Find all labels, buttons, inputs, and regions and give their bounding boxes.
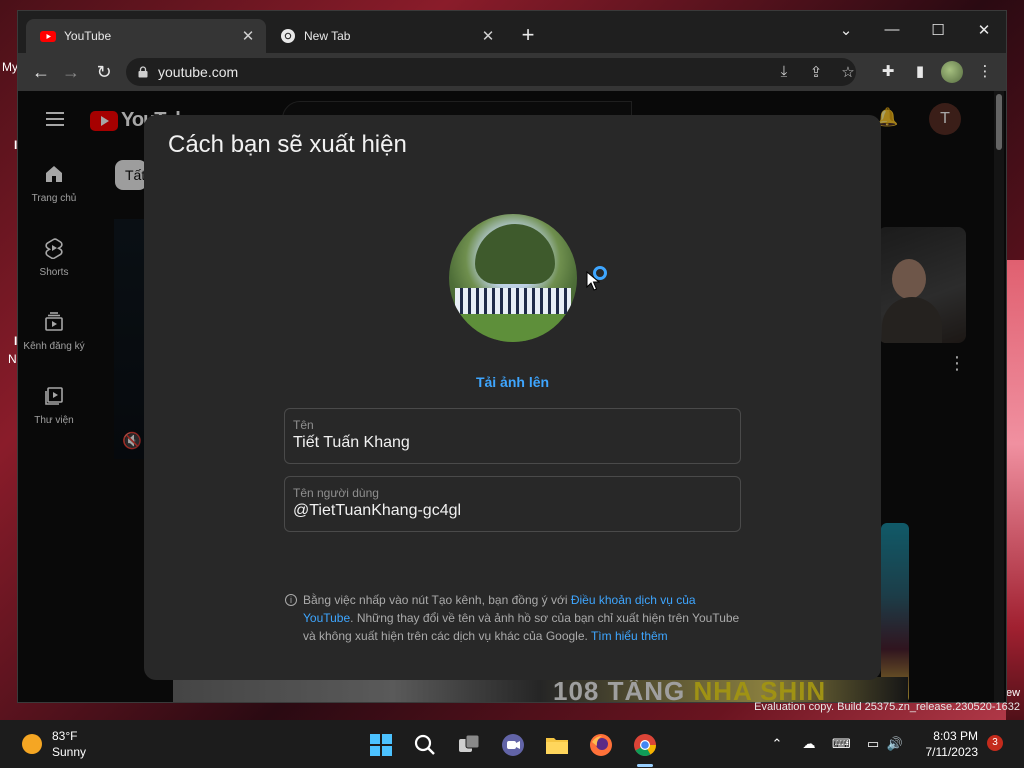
close-tab-icon[interactable]: ✕	[240, 27, 256, 45]
active-app-indicator	[637, 764, 653, 767]
browser-window: YouTube ✕ New Tab ✕ + ⌄ — ☐ ✕ ← → ↻ yout…	[17, 10, 1007, 703]
volume-icon[interactable]: 🔊	[886, 736, 904, 752]
extensions-puzzle-icon[interactable]: ✚	[878, 62, 898, 80]
install-app-icon[interactable]: ⤓	[774, 63, 794, 80]
photo-tree	[475, 224, 555, 284]
chrome-icon[interactable]	[632, 732, 658, 758]
show-hidden-icons-icon[interactable]: ⌃	[768, 736, 786, 752]
maximize-icon[interactable]: ☐	[928, 21, 948, 39]
name-field[interactable]: Tên	[284, 408, 741, 464]
network-icon[interactable]: ▭	[864, 736, 882, 752]
terms-notice: i Bằng việc nhấp vào nút Tạo kênh, bạn đ…	[285, 591, 745, 645]
back-arrow-icon[interactable]: ←	[30, 61, 52, 83]
close-tab-icon[interactable]: ✕	[480, 27, 496, 45]
share-icon[interactable]: ⇪	[806, 63, 826, 81]
keyboard-icon[interactable]: ⌨	[832, 736, 851, 752]
system-clock[interactable]: 8:03 PM 7/11/2023	[916, 728, 979, 760]
bookmark-star-icon[interactable]: ☆	[838, 63, 858, 81]
weather-temperature: 83°F	[52, 729, 78, 743]
sun-icon	[22, 734, 42, 754]
chat-icon[interactable]	[500, 732, 526, 758]
handle-input[interactable]	[293, 502, 732, 520]
terms-notice-text: Bằng việc nhấp vào nút Tạo kênh, bạn đồn…	[303, 593, 740, 643]
info-icon: i	[285, 594, 297, 606]
desktop-fragment-label: My	[2, 60, 18, 74]
youtube-page: YouTube 🔔 T Trang chủ Shorts Kênh đăng k…	[18, 91, 1006, 702]
taskbar: 83°F Sunny ⌃ ☁ ⌨ ▭ 🔊 8:03 PM 7/11/2023 3	[0, 720, 1024, 768]
chrome-menu-icon[interactable]: ⋮	[975, 62, 995, 80]
address-bar-row: ← → ↻ youtube.com ⤓ ⇪ ☆ ✚ ▮ ⋮	[18, 53, 1006, 91]
onedrive-offline-icon[interactable]: ☁	[800, 736, 818, 752]
address-text: youtube.com	[158, 64, 239, 80]
minimize-icon[interactable]: —	[882, 21, 902, 38]
desktop-wallpaper-edge	[1006, 260, 1024, 720]
mouse-cursor-icon	[586, 271, 600, 291]
reload-icon[interactable]: ↻	[93, 61, 115, 83]
tab-title: New Tab	[304, 29, 351, 43]
dialog-title: Cách bạn sẽ xuất hiện	[168, 131, 407, 158]
close-window-icon[interactable]: ✕	[974, 21, 994, 39]
clock-time: 8:03 PM	[933, 729, 978, 743]
forward-arrow-icon[interactable]: →	[60, 61, 82, 83]
chrome-profile-avatar[interactable]	[941, 61, 963, 83]
new-tab-button[interactable]: +	[518, 24, 538, 46]
weather-widget[interactable]: 83°F Sunny	[22, 728, 86, 760]
firefox-icon[interactable]	[588, 732, 614, 758]
tab-strip: YouTube ✕ New Tab ✕ + ⌄ — ☐ ✕	[18, 11, 1006, 53]
photo-grass	[449, 314, 577, 342]
address-bar[interactable]: youtube.com	[126, 58, 856, 86]
youtube-favicon-icon	[40, 31, 56, 42]
upload-photo-link[interactable]: Tải ảnh lên	[144, 374, 881, 390]
desktop-fragment-label: N	[8, 352, 17, 366]
tab-new-tab[interactable]: New Tab ✕	[266, 19, 506, 53]
desktop-fragment-label: ew	[1006, 687, 1021, 699]
lock-icon	[138, 66, 148, 78]
photo-group	[455, 288, 571, 314]
tab-youtube[interactable]: YouTube ✕	[26, 19, 266, 53]
search-icon[interactable]	[412, 732, 438, 758]
create-channel-dialog: Cách bạn sẽ xuất hiện Tải ảnh lên Tên Tê…	[144, 115, 881, 680]
side-panel-icon[interactable]: ▮	[910, 62, 930, 80]
name-input[interactable]	[293, 434, 732, 452]
evaluation-watermark: Evaluation copy. Build 25375.zn_release.…	[754, 701, 1020, 713]
learn-more-link[interactable]: Tìm hiểu thêm	[591, 629, 668, 643]
chrome-favicon-icon	[281, 29, 295, 43]
name-field-label: Tên	[293, 418, 314, 432]
task-view-icon[interactable]	[456, 732, 482, 758]
tab-title: YouTube	[64, 29, 112, 43]
profile-photo[interactable]	[449, 214, 577, 342]
tab-search-icon[interactable]: ⌄	[836, 21, 856, 39]
file-explorer-icon[interactable]	[544, 732, 570, 758]
windows-start-icon[interactable]	[368, 732, 394, 758]
weather-condition: Sunny	[52, 745, 87, 759]
clock-date: 7/11/2023	[925, 745, 979, 759]
handle-field-label: Tên người dùng	[293, 486, 379, 500]
notification-badge[interactable]: 3	[987, 735, 1003, 751]
handle-field[interactable]: Tên người dùng	[284, 476, 741, 532]
